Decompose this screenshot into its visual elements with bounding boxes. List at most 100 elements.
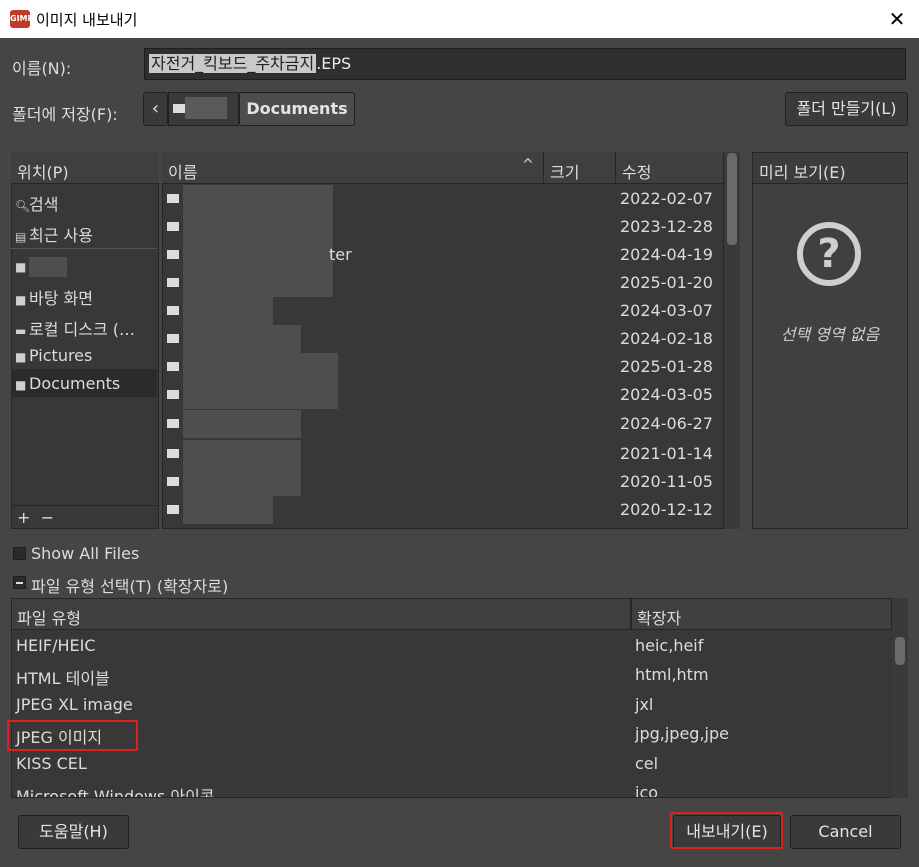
file-type-row[interactable]: HTML 테이블 html,htm xyxy=(12,661,892,690)
redacted-username xyxy=(29,256,67,277)
file-type-extension: heic,heif xyxy=(635,636,704,655)
redacted-filename xyxy=(183,213,333,241)
collapse-icon xyxy=(16,582,23,584)
folder-icon xyxy=(167,306,179,315)
file-type-extension: jpg,jpeg,jpe xyxy=(635,724,729,743)
help-button[interactable]: 도움말(H) xyxy=(18,815,129,849)
cancel-button[interactable]: Cancel xyxy=(790,815,901,849)
create-folder-button[interactable]: 폴더 만들기(L) xyxy=(785,92,908,126)
place-local-disk[interactable]: ▬ 로컬 디스크 (… xyxy=(11,311,157,339)
file-type-row[interactable]: KISS CEL cel xyxy=(12,750,892,779)
save-folder-label: 폴더에 저장(F): xyxy=(12,105,118,124)
places-header: 위치(P) xyxy=(11,152,159,184)
file-row[interactable]: 2020-12-12 xyxy=(163,496,723,524)
file-row[interactable]: 2024-06-27 xyxy=(163,410,723,438)
breadcrumb-documents[interactable]: Documents xyxy=(239,92,355,126)
column-modified[interactable]: 수정 xyxy=(616,152,723,184)
filename-selected-text: 자전거_킥보드_주차금지 xyxy=(149,54,317,73)
file-row[interactable]: ter 2024-04-19 xyxy=(163,241,723,269)
file-modified-date: 2024-04-19 xyxy=(620,245,713,264)
place-user-home[interactable]: ■ xyxy=(11,251,157,279)
file-row[interactable]: 2024-02-18 xyxy=(163,325,723,353)
file-type-name: Microsoft Windows 아이콘 xyxy=(16,787,215,797)
column-name[interactable]: 이름 xyxy=(162,152,544,184)
redacted-username xyxy=(185,97,227,119)
file-row[interactable]: 2022-02-07 xyxy=(163,185,723,213)
file-list-scroll-thumb[interactable] xyxy=(727,153,737,245)
file-row[interactable]: 2023-12-28 xyxy=(163,213,723,241)
remove-place-button[interactable]: − xyxy=(41,508,54,527)
file-type-row[interactable]: JPEG 이미지 jpg,jpeg,jpe xyxy=(12,720,892,749)
file-row[interactable]: 2020-11-05 xyxy=(163,468,723,496)
gimp-icon: GIMP xyxy=(10,10,33,28)
name-label: 이름(N): xyxy=(12,59,72,78)
folder-icon xyxy=(167,278,179,287)
place-documents[interactable]: ■ Documents xyxy=(11,369,157,397)
redacted-filename xyxy=(183,185,333,213)
preview-header[interactable]: 미리 보기(E) xyxy=(753,153,907,184)
places-footer: + − xyxy=(11,505,159,529)
folder-icon xyxy=(167,419,179,428)
file-type-row[interactable]: Microsoft Windows 아이콘 ico xyxy=(12,779,892,797)
file-row[interactable]: 2021-01-14 xyxy=(163,440,723,468)
places-divider xyxy=(11,248,157,249)
recent-icon: ▤ xyxy=(15,230,27,244)
folder-icon: ■ xyxy=(15,378,27,392)
file-type-name: KISS CEL xyxy=(16,754,87,773)
redacted-filename xyxy=(183,241,333,269)
search-icon: 🔍︎ xyxy=(15,199,31,213)
show-all-files-label[interactable]: Show All Files xyxy=(31,544,139,563)
file-type-name: HTML 테이블 xyxy=(16,669,110,688)
file-type-expander-label[interactable]: 파일 유형 선택(T) (확장자로) xyxy=(31,573,228,597)
folder-icon xyxy=(167,250,179,259)
filename-input[interactable]: 자전거_킥보드_주차금지 .EPS xyxy=(144,48,906,80)
jpeg-row-highlight xyxy=(7,720,138,751)
folder-icon: ■ xyxy=(15,350,27,364)
redacted-filename xyxy=(183,496,273,524)
column-file-type[interactable]: 파일 유형 xyxy=(11,598,631,630)
file-modified-date: 2024-03-07 xyxy=(620,301,713,320)
file-modified-date: 2020-12-12 xyxy=(620,500,713,519)
place-pictures[interactable]: ■ Pictures xyxy=(11,341,157,369)
close-icon[interactable]: ✕ xyxy=(884,6,910,32)
folder-icon xyxy=(167,222,179,231)
folder-icon xyxy=(167,505,179,514)
place-search[interactable]: 🔍︎검색 xyxy=(11,186,157,214)
folder-icon xyxy=(167,477,179,486)
file-row[interactable]: 2024-03-05 xyxy=(163,381,723,409)
export-button-highlight xyxy=(670,812,783,849)
file-modified-date: 2021-01-14 xyxy=(620,444,713,463)
file-type-extension: html,htm xyxy=(635,665,709,684)
file-modified-date: 2024-02-18 xyxy=(620,329,713,348)
place-recent[interactable]: ▤ 최근 사용 xyxy=(11,217,157,245)
folder-icon xyxy=(173,104,185,113)
add-place-button[interactable]: + xyxy=(17,508,30,527)
file-row[interactable]: 2025-01-28 xyxy=(163,353,723,381)
file-modified-date: 2024-03-05 xyxy=(620,385,713,404)
folder-icon xyxy=(167,390,179,399)
title-bar xyxy=(0,0,919,38)
show-all-files-checkbox[interactable] xyxy=(13,547,26,560)
place-desktop[interactable]: ■ 바탕 화면 xyxy=(11,280,157,308)
file-type-row[interactable]: HEIF/HEIC heic,heif xyxy=(12,632,892,661)
file-modified-date: 2024-06-27 xyxy=(620,414,713,433)
file-row[interactable]: 2024-03-07 xyxy=(163,297,723,325)
column-extension[interactable]: 확장자 xyxy=(631,598,892,630)
folder-icon xyxy=(167,194,179,203)
path-back-button[interactable]: ‹ xyxy=(143,92,168,126)
folder-icon: ■ xyxy=(15,293,27,307)
redacted-filename xyxy=(183,325,301,353)
folder-icon: ■ xyxy=(15,260,27,274)
file-modified-date: 2025-01-28 xyxy=(620,357,713,376)
column-size[interactable]: 크기 xyxy=(544,152,616,184)
redacted-filename xyxy=(183,440,301,468)
file-type-scroll-thumb[interactable] xyxy=(895,637,905,665)
file-row[interactable]: 2025-01-20 xyxy=(163,269,723,297)
redacted-filename xyxy=(183,353,338,381)
file-type-row[interactable]: JPEG XL image jxl xyxy=(12,691,892,720)
folder-icon xyxy=(167,334,179,343)
file-modified-date: 2020-11-05 xyxy=(620,472,713,491)
file-type-scrollbar[interactable] xyxy=(892,598,908,798)
window-title: 이미지 내보내기 xyxy=(36,11,138,29)
file-modified-date: 2022-02-07 xyxy=(620,189,713,208)
